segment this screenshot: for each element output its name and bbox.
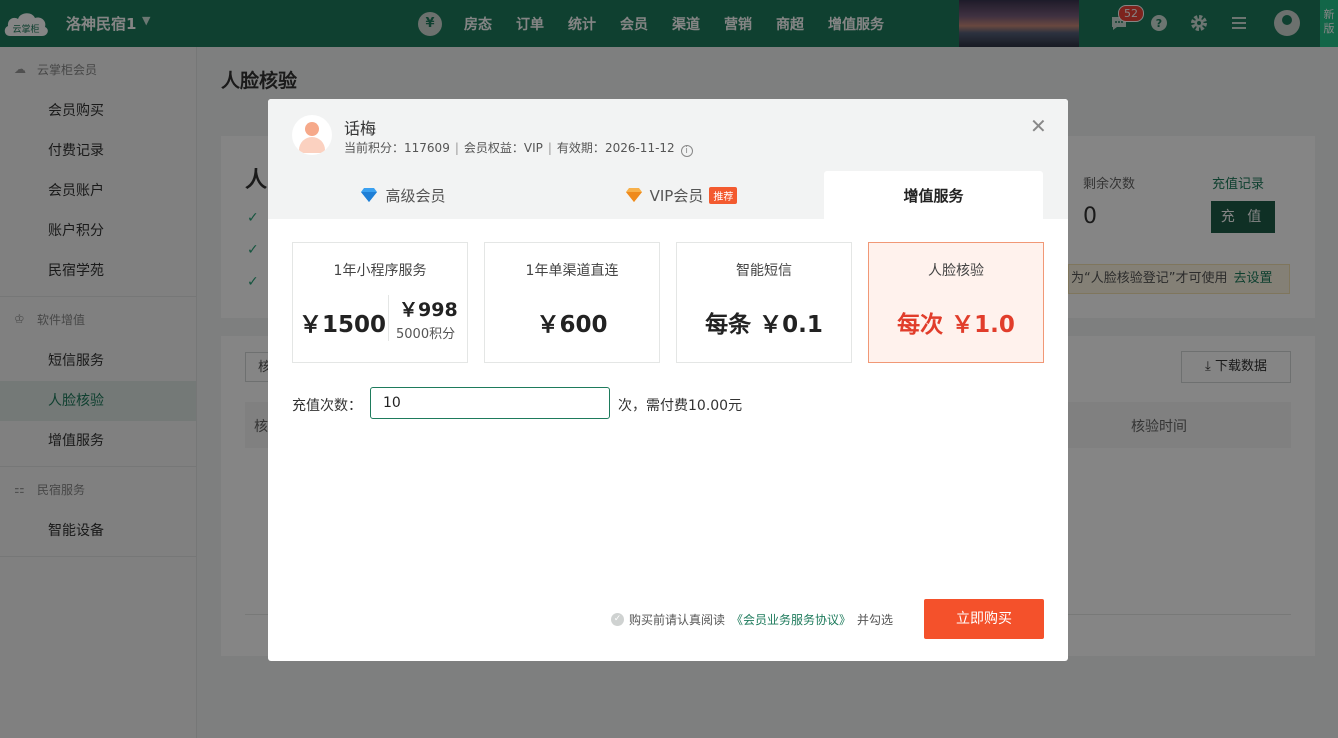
recommend-badge: 推荐 [709,186,738,204]
service-card-sms[interactable]: 智能短信 每条 ￥0.1 [676,242,852,363]
agreement-checkbox[interactable]: ✓ [611,613,624,626]
service-price: 每次 ￥1.0 [897,312,1015,338]
service-card-face-verification[interactable]: 人脸核验 每次 ￥1.0 [868,242,1044,363]
service-name: 1年单渠道直连 [525,263,619,279]
tab-label: 高级会员 [385,186,446,205]
agreement-row: ✓ 购买前请认真阅读 《会员业务服务协议》 并勾选 [611,611,893,628]
expiry-label: 有效期： [556,141,605,155]
expiry-value: 2026-11-12 [604,141,675,155]
agreement-prefix: 购买前请认真阅读 [629,613,726,627]
diamond-orange-icon [625,188,642,202]
rights-label: 会员权益： [463,141,524,155]
agreement-suffix: 并勾选 [857,613,894,627]
service-price: 每条 ￥0.1 [705,312,823,338]
service-name: 1年小程序服务 [333,263,427,279]
service-points: 5000积分 [396,327,456,342]
tab-vip-member[interactable]: VIP会员 推荐 [538,171,824,219]
purchase-modal: 话梅 当前积分：117609 | 会员权益：VIP | 有效期：2026-11-12 i … [268,99,1068,661]
info-icon[interactable]: i [680,145,693,157]
tab-advanced-member[interactable]: 高级会员 [268,171,538,219]
service-price-alt: ￥998 [399,299,458,321]
service-price: ￥1500 [299,312,387,338]
quantity-input[interactable] [370,387,610,419]
tab-label: VIP会员 [649,186,704,205]
price-divider [388,295,389,341]
points-value: 117609 [404,141,450,155]
close-icon[interactable]: ✕ [1030,116,1047,136]
service-name: 人脸核验 [928,263,984,279]
service-card-channel[interactable]: 1年单渠道直连 ￥600 [484,242,660,363]
points-label: 当前积分： [344,141,405,155]
user-meta: 当前积分：117609 | 会员权益：VIP | 有效期：2026-11-12 i [344,139,693,157]
service-card-miniprogram[interactable]: 1年小程序服务 ￥1500 ￥998 5000积分 [292,242,468,363]
diamond-blue-icon [361,188,378,202]
service-name: 智能短信 [736,263,792,279]
quantity-cost-text: 次，需付费10.00元 [618,398,743,414]
rights-value: VIP [523,141,543,155]
buy-now-button[interactable]: 立即购买 [924,599,1044,639]
service-price: ￥600 [536,312,608,338]
user-avatar [292,115,332,155]
tab-value-added-service[interactable]: 增值服务 [824,171,1043,219]
agreement-link[interactable]: 《会员业务服务协议》 [731,611,851,628]
quantity-label: 充值次数： [292,398,362,414]
user-name: 话梅 [344,119,377,138]
